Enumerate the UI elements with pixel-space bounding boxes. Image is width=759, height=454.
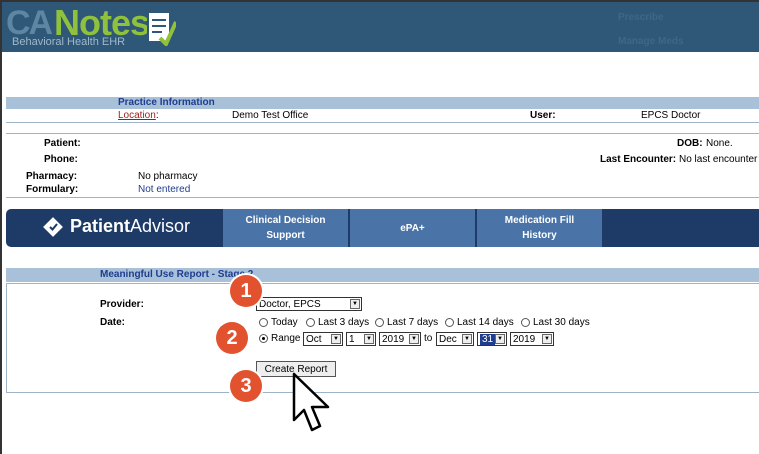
chevron-down-icon: ▼: [350, 299, 360, 309]
step-badge-1: 1: [230, 275, 262, 307]
diamond-logo-icon: [43, 217, 63, 237]
chevron-down-icon: ▼: [495, 334, 505, 344]
location-value: Demo Test Office: [232, 110, 309, 121]
from-month-select[interactable]: Oct ▼: [303, 332, 343, 346]
logo-subtitle: Behavioral Health EHR: [12, 36, 126, 48]
dob-label: DOB:: [677, 138, 703, 149]
radio-label-last-3-days: Last 3 days: [318, 317, 370, 328]
chevron-down-icon: ▼: [364, 334, 374, 344]
nav-medication-fill-history[interactable]: Medication Fill History: [477, 209, 602, 247]
radio-label-last-7-days: Last 7 days: [387, 317, 439, 328]
provider-label: Provider:: [100, 299, 144, 310]
radio-last-14-days[interactable]: [445, 318, 454, 327]
radio-last-3-days[interactable]: [306, 318, 315, 327]
divider: [6, 197, 759, 198]
radio-today[interactable]: [259, 318, 268, 327]
nav-item-line2: Support: [266, 230, 305, 241]
brand-bold: Patient: [70, 216, 131, 236]
nav-item-line1: Clinical Decision: [245, 215, 326, 226]
phone-label: Phone:: [44, 154, 78, 165]
pharmacy-label: Pharmacy:: [26, 171, 78, 182]
prescribe-link[interactable]: Prescribe: [618, 12, 664, 23]
from-day-value: 1: [349, 333, 355, 345]
report-left-border: [6, 283, 7, 393]
radio-last-30-days[interactable]: [521, 318, 530, 327]
nav-epa-plus[interactable]: ePA+: [350, 209, 475, 247]
from-year-value: 2019: [382, 333, 405, 345]
radio-last-7-days[interactable]: [375, 318, 384, 327]
date-label: Date:: [100, 317, 126, 328]
patient-advisor-brand[interactable]: PatientAdvisor: [70, 216, 190, 237]
to-month-value: Dec: [439, 333, 457, 345]
to-month-select[interactable]: Dec ▼: [436, 332, 474, 346]
radio-range[interactable]: [259, 334, 268, 343]
last-encounter-value: No last encounter: [679, 154, 758, 165]
provider-select-value: Doctor, EPCS: [259, 298, 321, 310]
divider: [6, 133, 759, 134]
dob-value: None.: [706, 138, 733, 149]
step-badge-3: 3: [230, 370, 262, 402]
chevron-down-icon: ▼: [542, 334, 552, 344]
chevron-down-icon: ▼: [409, 334, 419, 344]
to-day-value: 31: [480, 333, 496, 345]
chevron-down-icon: ▼: [331, 334, 341, 344]
manage-meds-link[interactable]: Manage Meds: [618, 36, 684, 47]
from-month-value: Oct: [306, 333, 322, 345]
brand-light: Advisor: [130, 216, 191, 236]
step-badge-2: 2: [216, 322, 248, 354]
to-year-select[interactable]: 2019 ▼: [510, 332, 554, 346]
formulary-label: Formulary:: [26, 184, 79, 195]
document-icon: [147, 11, 176, 46]
to-year-value: 2019: [513, 333, 536, 345]
to-day-select[interactable]: 31 ▼: [477, 332, 507, 346]
divider: [6, 122, 759, 123]
last-encounter-label: Last Encounter:: [600, 154, 677, 165]
pharmacy-value: No pharmacy: [138, 171, 198, 182]
radio-label-today: Today: [271, 317, 298, 328]
nav-item-line1: ePA+: [400, 222, 425, 234]
practice-info-title: Practice Information: [118, 97, 215, 108]
radio-label-range: Range: [271, 333, 301, 344]
to-label: to: [424, 333, 433, 344]
nav-item-line2: History: [522, 230, 557, 241]
patient-label: Patient:: [44, 138, 81, 149]
user-label: User:: [530, 110, 556, 121]
formulary-link[interactable]: Not entered: [138, 184, 190, 195]
location-link[interactable]: Location: [118, 110, 156, 121]
chevron-down-icon: ▼: [462, 334, 472, 344]
user-value: EPCS Doctor: [641, 110, 701, 121]
provider-select[interactable]: Doctor, EPCS ▼: [256, 297, 362, 311]
report-title: Meaningful Use Report - Stage 2: [100, 269, 254, 280]
divider: [6, 392, 759, 393]
nav-clinical-decision-support[interactable]: Clinical Decision Support: [223, 209, 348, 247]
from-day-select[interactable]: 1 ▼: [346, 332, 376, 346]
mouse-cursor-icon: [292, 372, 330, 432]
radio-label-last-30-days: Last 30 days: [533, 317, 590, 328]
divider: [6, 283, 759, 284]
radio-label-last-14-days: Last 14 days: [457, 317, 514, 328]
from-year-select[interactable]: 2019 ▼: [379, 332, 421, 346]
location-label: Location:: [118, 110, 159, 121]
nav-item-line1: Medication Fill: [504, 215, 575, 226]
